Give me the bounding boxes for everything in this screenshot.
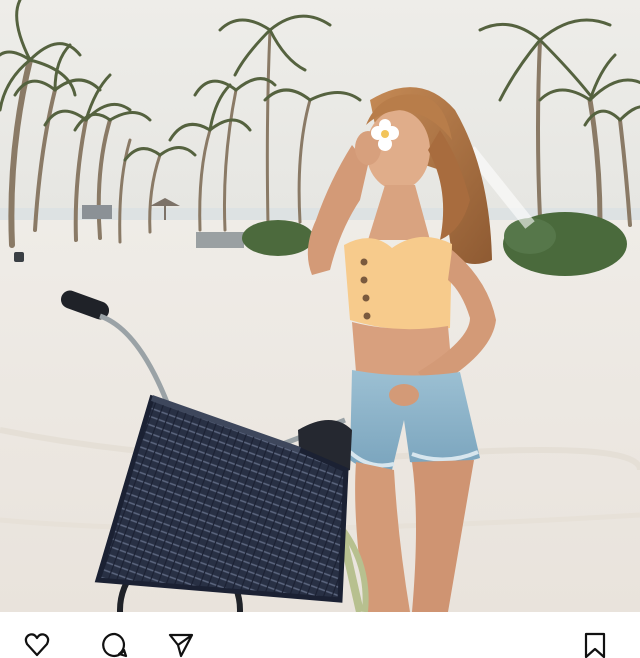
like-button[interactable] [24,632,50,658]
bookmark-icon [584,632,606,658]
crop-top [344,236,452,331]
beach-scene [0,0,640,612]
save-button[interactable] [582,632,608,658]
share-button[interactable] [168,632,194,658]
lounger [196,232,244,248]
sky [0,0,640,215]
heart-icon [24,633,50,657]
share-icon [168,633,194,658]
post-photo[interactable] [0,0,640,612]
comment-button[interactable] [102,632,128,658]
beach-hut [82,205,112,219]
post-action-bar [0,612,640,658]
comment-icon [102,632,128,658]
shrub-left [242,220,314,256]
